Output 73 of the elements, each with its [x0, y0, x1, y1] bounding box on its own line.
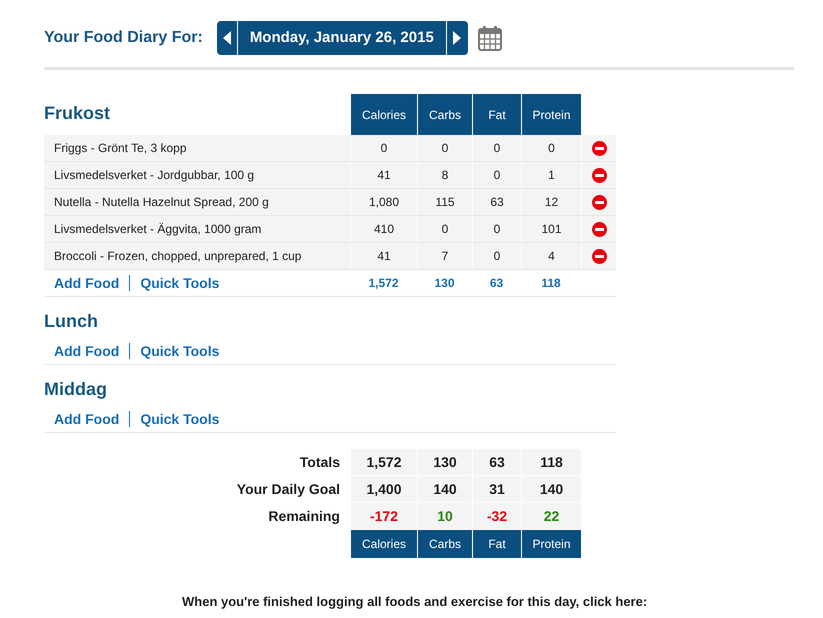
column-header: Fat	[472, 94, 521, 135]
meal-title: Middag	[44, 378, 107, 401]
food-name[interactable]: Nutella - Nutella Hazelnut Spread, 200 g	[44, 189, 350, 215]
table-cell: 101	[521, 216, 581, 242]
table-cell: 1,080	[350, 189, 417, 215]
summary-cell: 140	[417, 476, 472, 503]
total-cell-text: 118	[540, 275, 562, 292]
table-cell: 0	[472, 216, 521, 242]
summary-cell: 140	[521, 476, 581, 503]
summary-label: Remaining	[267, 507, 341, 526]
column-header: Protein	[521, 530, 581, 558]
delete-icon[interactable]	[592, 248, 606, 264]
footer-note: When you're finished logging all foods and exercise for this day, click here:	[182, 593, 648, 611]
food-name[interactable]: Livsmedelsverket - Äggvita, 1000 gram	[44, 216, 350, 242]
summary-cell: 10	[417, 503, 472, 530]
table-cell: 0	[472, 243, 521, 269]
delete-icon[interactable]	[592, 194, 606, 210]
summary-cell: -172	[350, 503, 417, 530]
table-cell: 8	[417, 162, 472, 188]
page-title: Your Food Diary For:	[44, 28, 203, 48]
date-display: Monday, January 26, 2015	[248, 28, 435, 48]
column-header: Carbs	[417, 94, 472, 135]
total-cell-text: 130	[433, 275, 456, 292]
table-cell: 410	[350, 216, 417, 242]
delete-icon[interactable]	[592, 222, 606, 236]
table-cell: 41	[350, 162, 417, 188]
column-header: Carbs	[417, 530, 472, 558]
column-header: Calories	[350, 530, 417, 558]
summary-cell: 63	[472, 449, 521, 476]
column-header: Protein	[521, 94, 581, 135]
table-cell: 115	[417, 189, 472, 215]
right-arrow-icon	[453, 31, 462, 45]
food-name[interactable]: Friggs - Grönt Te, 3 kopp	[44, 135, 350, 161]
meal-title: Frukost	[44, 102, 110, 125]
summary-cell: 1,572	[350, 449, 417, 476]
add-food-link[interactable]: Add Food	[54, 340, 120, 362]
summary-cell: -32	[472, 503, 521, 530]
summary-label: Totals	[298, 453, 341, 472]
delete-icon[interactable]	[592, 140, 606, 156]
table-cell: 0	[521, 135, 581, 161]
meal-title: Lunch	[44, 310, 98, 333]
total-cell-text: 1,572	[367, 275, 400, 292]
table-cell: 41	[350, 243, 417, 269]
quick-tools-link[interactable]: Quick Tools	[140, 272, 220, 294]
summary-cell: 31	[472, 476, 521, 503]
summary-label: Your Daily Goal	[236, 480, 341, 499]
left-arrow-icon	[222, 31, 231, 45]
summary-cell: 118	[521, 449, 581, 476]
calendar-button[interactable]	[478, 25, 502, 51]
table-cell: 0	[417, 135, 472, 161]
table-cell: 12	[521, 189, 581, 215]
quick-tools-link[interactable]: Quick Tools	[140, 408, 220, 430]
summary-cell: 22	[521, 503, 581, 530]
total-cell-text: 63	[488, 275, 504, 292]
summary-cell: 130	[417, 449, 472, 476]
summary-cell: 1,400	[350, 476, 417, 503]
add-food-link[interactable]: Add Food	[54, 272, 120, 294]
table-cell: 4	[521, 243, 581, 269]
quick-tools-link[interactable]: Quick Tools	[140, 340, 220, 362]
calendar-icon	[478, 25, 502, 51]
table-cell: 0	[350, 135, 417, 161]
table-cell: 63	[472, 189, 521, 215]
column-header: Calories	[350, 94, 417, 135]
add-food-link[interactable]: Add Food	[54, 408, 120, 430]
table-cell: 7	[417, 243, 472, 269]
table-cell: 1	[521, 162, 581, 188]
table-cell: 0	[472, 135, 521, 161]
table-cell: 0	[472, 162, 521, 188]
table-cell: 0	[417, 216, 472, 242]
food-name[interactable]: Broccoli - Frozen, chopped, unprepared, 1 cup	[44, 243, 350, 269]
column-header: Fat	[472, 530, 521, 558]
delete-icon[interactable]	[592, 168, 606, 182]
food-name[interactable]: Livsmedelsverket - Jordgubbar, 100 g	[44, 162, 350, 188]
